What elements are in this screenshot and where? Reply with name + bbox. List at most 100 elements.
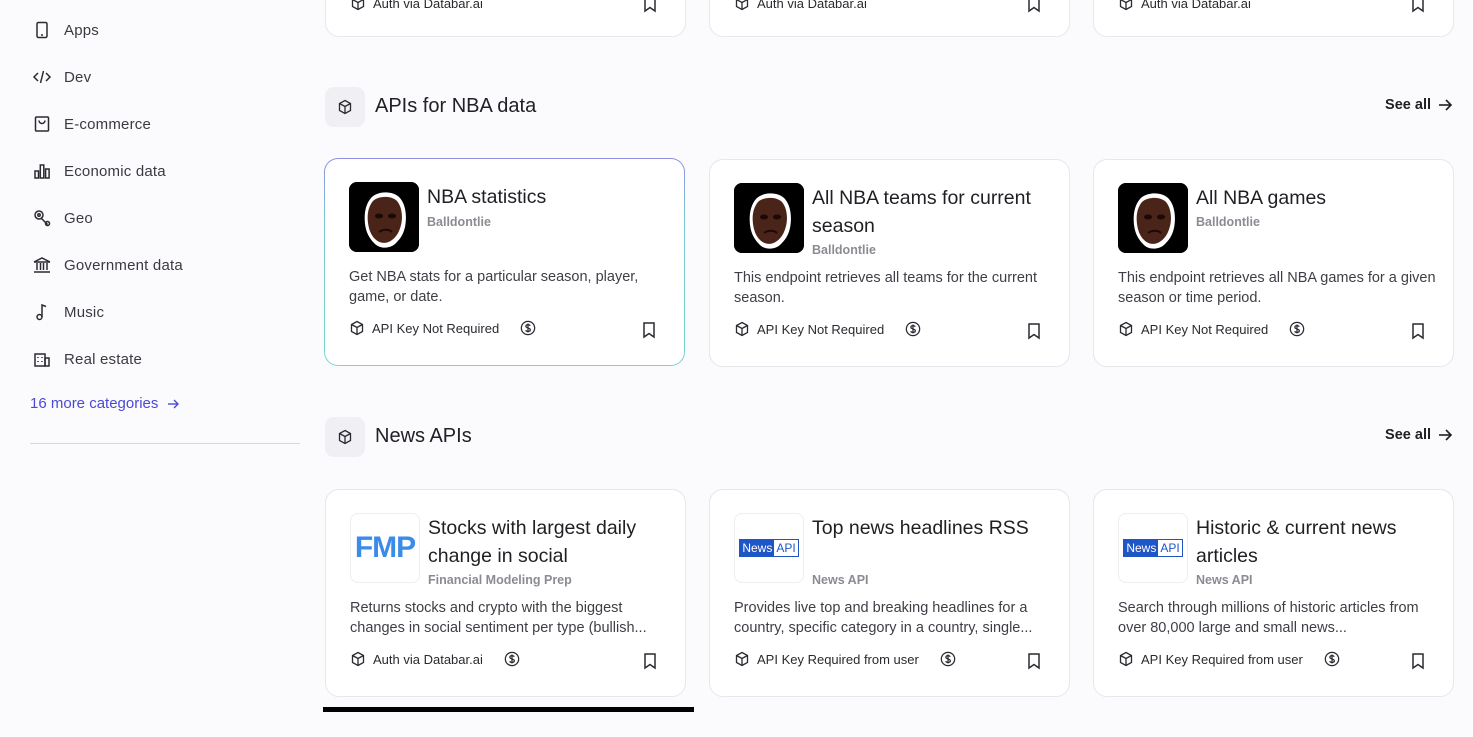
- category-geo[interactable]: Geo: [32, 203, 93, 233]
- see-all-link[interactable]: See all: [1385, 97, 1453, 113]
- category-label: E-commerce: [64, 115, 152, 133]
- arrow-right-icon: [1439, 429, 1453, 441]
- card-description: Get NBA stats for a particular season, p…: [349, 269, 639, 305]
- arrow-right-icon: [1439, 99, 1453, 111]
- bookmark-icon[interactable]: [641, 652, 659, 670]
- category-real-estate[interactable]: Real estate: [32, 344, 142, 374]
- dollar-circle-icon: [940, 651, 956, 667]
- api-card-top-1[interactable]: Auth via Databar.ai: [325, 0, 686, 37]
- card-auth: API Key Not Required: [734, 321, 921, 337]
- card-auth-label: Auth via Databar.ai: [373, 651, 483, 667]
- section-title: News APIs: [375, 425, 472, 447]
- api-card-nba-games[interactable]: All NBA games Balldontlie This endpoint …: [1093, 159, 1454, 367]
- dollar-circle-icon: [520, 320, 536, 336]
- bookmark-icon[interactable]: [640, 321, 658, 339]
- cube-icon: [735, 321, 749, 337]
- news-logo-part: News: [1124, 540, 1159, 556]
- cube-icon: [1119, 651, 1133, 667]
- cube-icon: [1119, 321, 1133, 337]
- dollar-circle-icon: [1324, 651, 1340, 667]
- card-description: Search through millions of historic arti…: [1118, 600, 1419, 636]
- category-label: Real estate: [64, 350, 143, 368]
- cube-icon: [735, 651, 749, 667]
- card-auth-label: API Key Not Required: [1141, 321, 1269, 337]
- card-auth: API Key Not Required: [1118, 321, 1305, 337]
- bar-chart-icon: [34, 164, 50, 179]
- category-sidebar: Apps Dev E-commerce Economic data Geo Go…: [0, 0, 300, 737]
- api-card-historic-news[interactable]: News API Historic & current news article…: [1093, 489, 1454, 697]
- cube-icon: [350, 320, 364, 336]
- card-provider: Balldontlie: [812, 243, 876, 257]
- map-pin-icon: [34, 210, 51, 227]
- more-categories-link[interactable]: 16 more categories: [30, 395, 180, 412]
- bookmark-icon[interactable]: [1409, 652, 1427, 670]
- face-logo-icon: [734, 183, 804, 253]
- news-logo-part: API: [774, 540, 798, 556]
- card-title: Stocks with largest daily change in soci…: [428, 517, 637, 567]
- api-card-top-headlines[interactable]: News API Top news headlines RSS News API…: [709, 489, 1070, 697]
- card-provider: News API: [812, 573, 869, 587]
- card-auth: Auth via Databar.ai: [1118, 0, 1251, 11]
- dollar-circle-icon: [905, 321, 921, 337]
- category-economic-data[interactable]: Economic data: [32, 156, 166, 186]
- bookmark-icon[interactable]: [1025, 652, 1043, 670]
- card-auth: Auth via Databar.ai: [350, 0, 483, 11]
- card-description: Returns stocks and crypto with the bigge…: [350, 600, 647, 636]
- api-card-nba-statistics[interactable]: NBA statistics Balldontlie Get NBA stats…: [324, 158, 685, 366]
- api-card-stocks-social[interactable]: FMP Stocks with largest daily change in …: [325, 489, 686, 697]
- bookmark-icon[interactable]: [1409, 0, 1427, 13]
- horizontal-scrollbar[interactable]: [323, 707, 694, 712]
- more-categories-label: 16 more categories: [30, 395, 159, 412]
- sidebar-divider: [30, 443, 300, 444]
- cube-icon: [351, 651, 365, 667]
- category-label: Dev: [64, 68, 92, 86]
- category-label: Geo: [64, 209, 93, 227]
- card-auth-label: Auth via Databar.ai: [373, 0, 483, 11]
- api-card-nba-teams[interactable]: All NBA teams for current season Balldon…: [709, 159, 1070, 367]
- category-government-data[interactable]: Government data: [32, 250, 183, 280]
- category-label: Government data: [64, 256, 183, 274]
- see-all-link[interactable]: See all: [1385, 427, 1453, 443]
- bookmark-icon[interactable]: [1409, 322, 1427, 340]
- card-description: Provides live top and breaking headlines…: [734, 600, 1033, 636]
- section-icon: [325, 87, 365, 127]
- news-logo-part: News: [740, 540, 775, 556]
- card-provider: News API: [1196, 573, 1253, 587]
- category-e-commerce[interactable]: E-commerce: [32, 109, 151, 139]
- card-provider: Balldontlie: [1196, 215, 1260, 229]
- cube-icon: [1119, 0, 1133, 11]
- bookmark-icon[interactable]: [1025, 0, 1043, 13]
- category-apps[interactable]: Apps: [32, 15, 99, 45]
- card-auth: API Key Not Required: [349, 320, 536, 336]
- cube-icon: [338, 429, 352, 445]
- shopping-bag-icon: [34, 116, 50, 132]
- bank-icon: [33, 257, 51, 273]
- card-auth: Auth via Databar.ai: [734, 0, 867, 11]
- card-auth-label: API Key Required from user: [1141, 651, 1303, 667]
- category-dev[interactable]: Dev: [32, 62, 91, 92]
- card-description: This endpoint retrieves all teams for th…: [734, 270, 1038, 306]
- card-auth-label: API Key Required from user: [757, 651, 919, 667]
- face-logo-icon: [1118, 183, 1188, 253]
- building-icon: [34, 353, 50, 367]
- cube-icon: [338, 99, 352, 115]
- provider-logo: [1118, 183, 1188, 253]
- category-label: Economic data: [64, 162, 166, 180]
- see-all-label: See all: [1385, 427, 1431, 443]
- see-all-label: See all: [1385, 97, 1431, 113]
- section-header-nba: APIs for NBA data See all: [325, 87, 1453, 127]
- bookmark-icon[interactable]: [1025, 322, 1043, 340]
- bookmark-icon[interactable]: [641, 0, 659, 13]
- provider-logo: [349, 182, 419, 252]
- dollar-circle-icon: [1289, 321, 1305, 337]
- category-label: Music: [64, 303, 105, 321]
- provider-logo: News API: [1118, 513, 1188, 583]
- cube-icon: [351, 0, 365, 11]
- section-header-news: News APIs See all: [325, 417, 1453, 457]
- card-auth-label: Auth via Databar.ai: [1141, 0, 1251, 11]
- api-card-top-2[interactable]: Auth via Databar.ai: [709, 0, 1070, 37]
- api-card-top-3[interactable]: Auth via Databar.ai: [1093, 0, 1454, 37]
- phone-icon: [36, 21, 48, 39]
- section-icon: [325, 417, 365, 457]
- category-music[interactable]: Music: [32, 297, 104, 327]
